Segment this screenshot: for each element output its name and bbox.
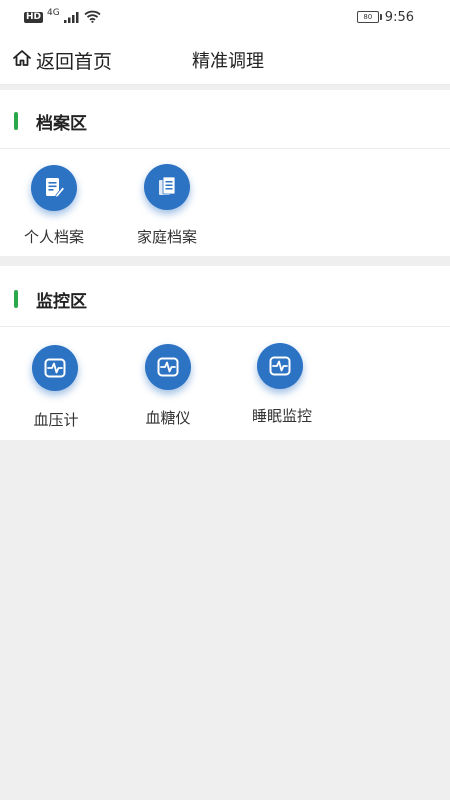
item-label: 血压计 — [33, 411, 79, 429]
section-title: 档案区 — [36, 114, 87, 134]
item-label: 睡眠监控 — [251, 407, 312, 425]
page-title: 精准调理 — [192, 51, 264, 72]
document-edit-icon — [31, 165, 77, 211]
archive-section: 档案区 个人档案 家庭档案 — [0, 90, 450, 256]
battery-icon: 80 — [356, 11, 382, 23]
documents-icon — [144, 164, 190, 210]
hd-badge: HD — [24, 11, 44, 23]
section-accent-bar — [14, 290, 18, 308]
status-bar: HD 4G 80 9:56 — [0, 0, 450, 34]
heartbeat-monitor-icon — [145, 344, 191, 390]
heartbeat-monitor-icon — [32, 345, 78, 391]
monitor-items: 血压计 血糖仪 睡眠监控 — [0, 327, 450, 437]
nav-bar: 返回首页 精准调理 — [0, 34, 450, 85]
wifi-icon — [84, 8, 101, 27]
status-right: 80 9:56 — [356, 8, 414, 26]
heartbeat-monitor-icon — [257, 343, 303, 389]
section-header: 监控区 — [0, 266, 450, 327]
signal-icon — [63, 8, 80, 27]
monitor-section: 监控区 血压计 血糖仪 睡眠监控 — [0, 266, 450, 440]
archive-items: 个人档案 家庭档案 — [0, 149, 450, 259]
item-label: 家庭档案 — [136, 228, 197, 246]
section-accent-bar — [14, 112, 18, 130]
section-header: 档案区 — [0, 90, 450, 149]
section-title: 监控区 — [36, 292, 87, 312]
app-screen: HD 4G 80 9:56 返回首页 精准调理 档案区 个人档案 家庭档案 监控… — [0, 0, 450, 800]
item-label: 个人档案 — [23, 228, 84, 246]
network-type: 4G — [47, 8, 60, 18]
status-left: HD 4G — [24, 8, 101, 26]
item-label: 血糖仪 — [145, 409, 191, 427]
status-time: 9:56 — [384, 9, 414, 25]
